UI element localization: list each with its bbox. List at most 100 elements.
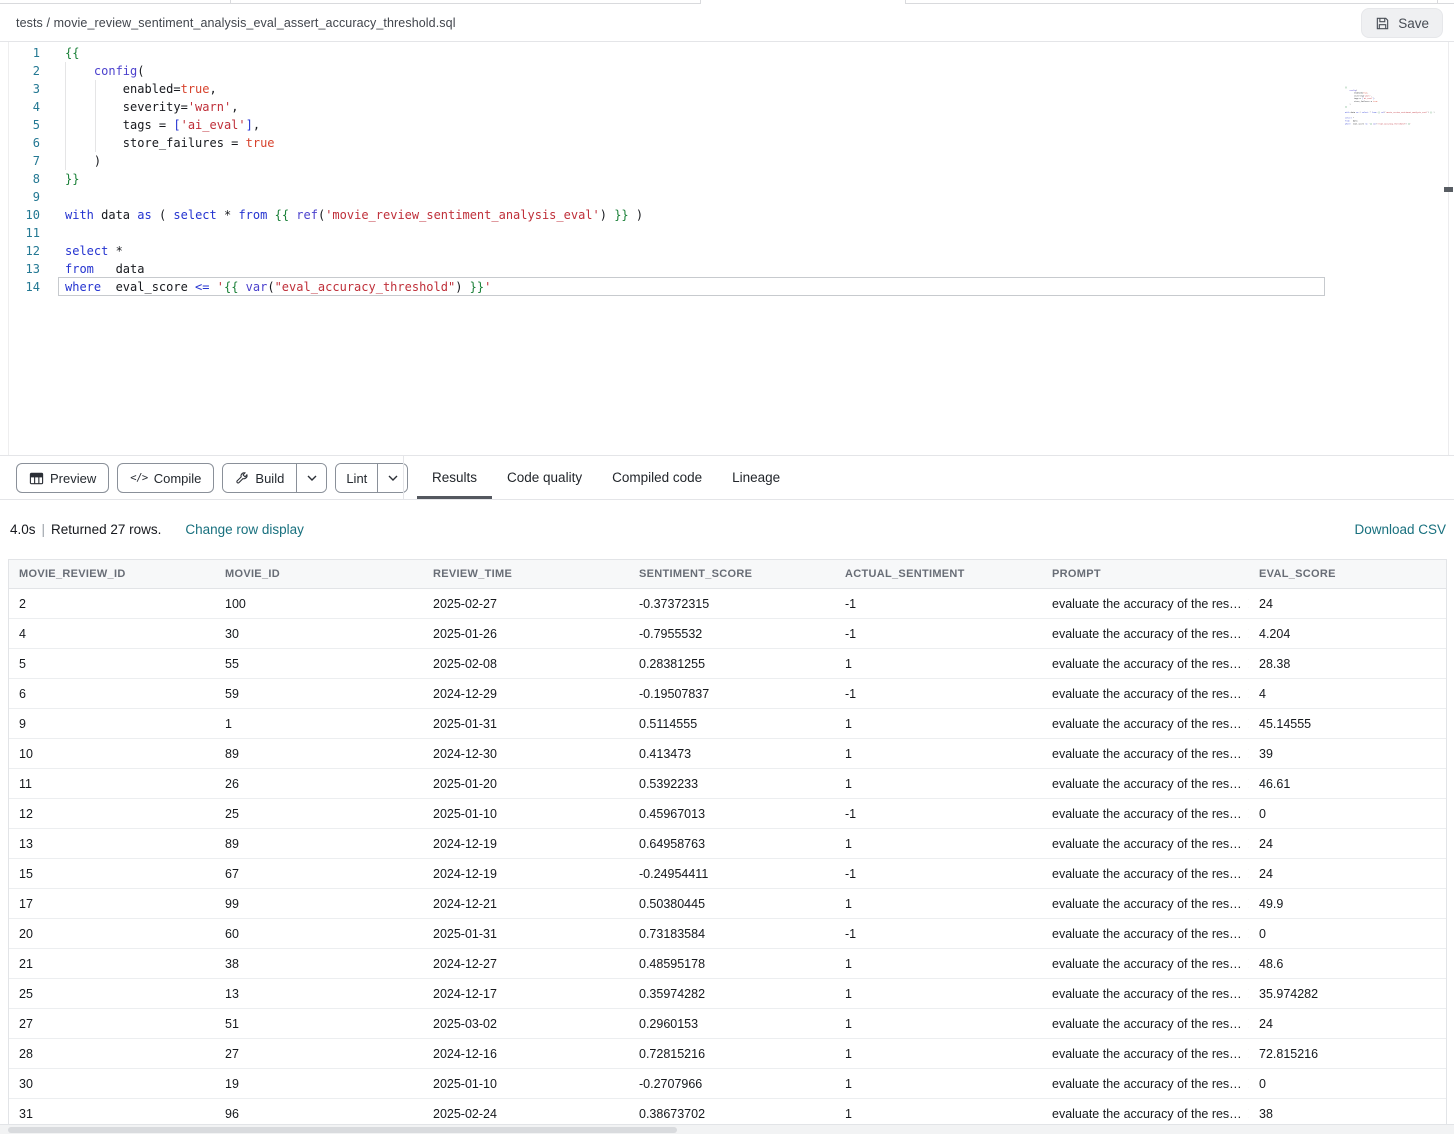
line-number: 1 — [0, 44, 40, 62]
prompt-text: evaluate the accuracy of the res… — [1052, 777, 1242, 791]
build-button-label: Build — [255, 471, 284, 486]
cell-review-time: 2025-02-08 — [423, 649, 629, 678]
cell-movie-id: 99 — [215, 889, 423, 918]
overview-ruler — [1448, 42, 1449, 455]
build-button[interactable]: Build — [223, 464, 297, 492]
cell-movie-review-id: 11 — [9, 769, 215, 798]
lint-button-group: Lint — [335, 463, 408, 493]
tab-lineage[interactable]: Lineage — [717, 456, 795, 499]
tab-code-quality[interactable]: Code quality — [492, 456, 597, 499]
prompt-text: evaluate the accuracy of the res… — [1052, 957, 1242, 971]
status-divider: | — [42, 522, 46, 537]
prompt-text: evaluate the accuracy of the res… — [1052, 807, 1242, 821]
code-icon: </> — [130, 472, 147, 484]
breadcrumb: tests / movie_review_sentiment_analysis_… — [16, 16, 456, 30]
cell-eval-score: 72.815216 — [1249, 1039, 1446, 1068]
cell-movie-review-id: 6 — [9, 679, 215, 708]
tab-label: Compiled code — [612, 470, 702, 485]
cell-eval-score: 24 — [1249, 1009, 1446, 1038]
column-header-review-time: REVIEW_TIME — [423, 560, 629, 588]
prompt-text: evaluate the accuracy of the res… — [1052, 837, 1242, 851]
prompt-text: evaluate the accuracy of the res… — [1052, 597, 1242, 611]
column-header-prompt: PROMPT — [1042, 560, 1249, 588]
tab-results[interactable]: Results — [417, 456, 492, 499]
prompt-text: evaluate the accuracy of the res… — [1052, 627, 1242, 641]
code-editor[interactable]: 1{{2 config(3 enabled=true,4 severity='w… — [0, 42, 1454, 455]
cell-actual-sentiment: 1 — [835, 889, 1042, 918]
line-number: 8 — [0, 170, 40, 188]
chevron-down-icon — [307, 475, 317, 481]
prompt-text: evaluate the accuracy of the res… — [1052, 657, 1242, 671]
line-number: 4 — [0, 98, 40, 116]
lint-button[interactable]: Lint — [336, 464, 378, 492]
line-number: 2 — [0, 62, 40, 80]
build-dropdown-button[interactable] — [297, 464, 326, 492]
table-icon — [29, 471, 44, 486]
cell-sentiment-score: 0.50380445 — [629, 889, 835, 918]
cell-review-time: 2024-12-16 — [423, 1039, 629, 1068]
cell-eval-score: 24 — [1249, 829, 1446, 858]
cell-actual-sentiment: 1 — [835, 649, 1042, 678]
cell-review-time: 2024-12-19 — [423, 859, 629, 888]
horizontal-scrollbar — [0, 1124, 1454, 1134]
column-header-eval-score: EVAL_SCORE — [1249, 560, 1446, 588]
tab-label: Code quality — [507, 470, 582, 485]
cell-review-time: 2024-12-27 — [423, 949, 629, 978]
cell-prompt: evaluate the accuracy of the res… — [1042, 859, 1249, 888]
build-button-group: Build — [222, 463, 327, 493]
preview-button-label: Preview — [50, 471, 96, 486]
cell-movie-id: 51 — [215, 1009, 423, 1038]
toolbar-divider — [403, 456, 404, 499]
cell-review-time: 2025-01-20 — [423, 769, 629, 798]
line-number: 9 — [0, 188, 40, 206]
download-csv-link[interactable]: Download CSV — [1354, 522, 1446, 537]
cell-movie-review-id: 2 — [9, 589, 215, 618]
cell-prompt: evaluate the accuracy of the res… — [1042, 589, 1249, 618]
cell-movie-id: 27 — [215, 1039, 423, 1068]
cell-sentiment-score: -0.24954411 — [629, 859, 835, 888]
table-row: 13892024-12-190.649587631evaluate the ac… — [9, 829, 1446, 859]
cell-movie-review-id: 28 — [9, 1039, 215, 1068]
cell-prompt: evaluate the accuracy of the res… — [1042, 709, 1249, 738]
editor-minimap[interactable]: {{ config( enabled=true, severity='warn'… — [1345, 86, 1446, 150]
table-row: 912025-01-310.51145551evaluate the accur… — [9, 709, 1446, 739]
change-row-display-link[interactable]: Change row display — [185, 522, 304, 537]
preview-button[interactable]: Preview — [16, 463, 109, 493]
cell-movie-review-id: 4 — [9, 619, 215, 648]
compile-button[interactable]: </> Compile — [117, 463, 214, 493]
cell-movie-review-id: 17 — [9, 889, 215, 918]
cell-sentiment-score: 0.5392233 — [629, 769, 835, 798]
cell-prompt: evaluate the accuracy of the res… — [1042, 679, 1249, 708]
cell-movie-review-id: 5 — [9, 649, 215, 678]
tab-compiled-code[interactable]: Compiled code — [597, 456, 717, 499]
column-header-movie-review-id: MOVIE_REVIEW_ID — [9, 560, 215, 588]
cell-movie-review-id: 9 — [9, 709, 215, 738]
cell-prompt: evaluate the accuracy of the res… — [1042, 1009, 1249, 1038]
table-row: 21382024-12-270.485951781evaluate the ac… — [9, 949, 1446, 979]
line-number: 11 — [0, 224, 40, 242]
cell-review-time: 2024-12-21 — [423, 889, 629, 918]
table-row: 10892024-12-300.4134731evaluate the accu… — [9, 739, 1446, 769]
cell-prompt: evaluate the accuracy of the res… — [1042, 889, 1249, 918]
code-line: 6 store_failures = true — [0, 134, 643, 152]
horizontal-scrollbar-thumb[interactable] — [8, 1127, 677, 1133]
cell-sentiment-score: -0.37372315 — [629, 589, 835, 618]
line-number: 3 — [0, 80, 40, 98]
cell-review-time: 2025-01-31 — [423, 919, 629, 948]
cell-eval-score: 49.9 — [1249, 889, 1446, 918]
tab-label: Lineage — [732, 470, 780, 485]
cell-prompt: evaluate the accuracy of the res… — [1042, 1069, 1249, 1098]
code-line: 9 — [0, 188, 643, 206]
returned-rows-text: Returned 27 rows. — [51, 522, 161, 537]
cell-movie-review-id: 30 — [9, 1069, 215, 1098]
cell-movie-id: 26 — [215, 769, 423, 798]
cell-prompt: evaluate the accuracy of the res… — [1042, 949, 1249, 978]
cell-actual-sentiment: -1 — [835, 679, 1042, 708]
cell-review-time: 2025-01-10 — [423, 1069, 629, 1098]
cell-movie-id: 89 — [215, 739, 423, 768]
code-line: 13from data — [0, 260, 643, 278]
save-button[interactable]: Save — [1361, 8, 1443, 38]
prompt-text: evaluate the accuracy of the res… — [1052, 1017, 1242, 1031]
cell-movie-review-id: 25 — [9, 979, 215, 1008]
cell-movie-id: 60 — [215, 919, 423, 948]
